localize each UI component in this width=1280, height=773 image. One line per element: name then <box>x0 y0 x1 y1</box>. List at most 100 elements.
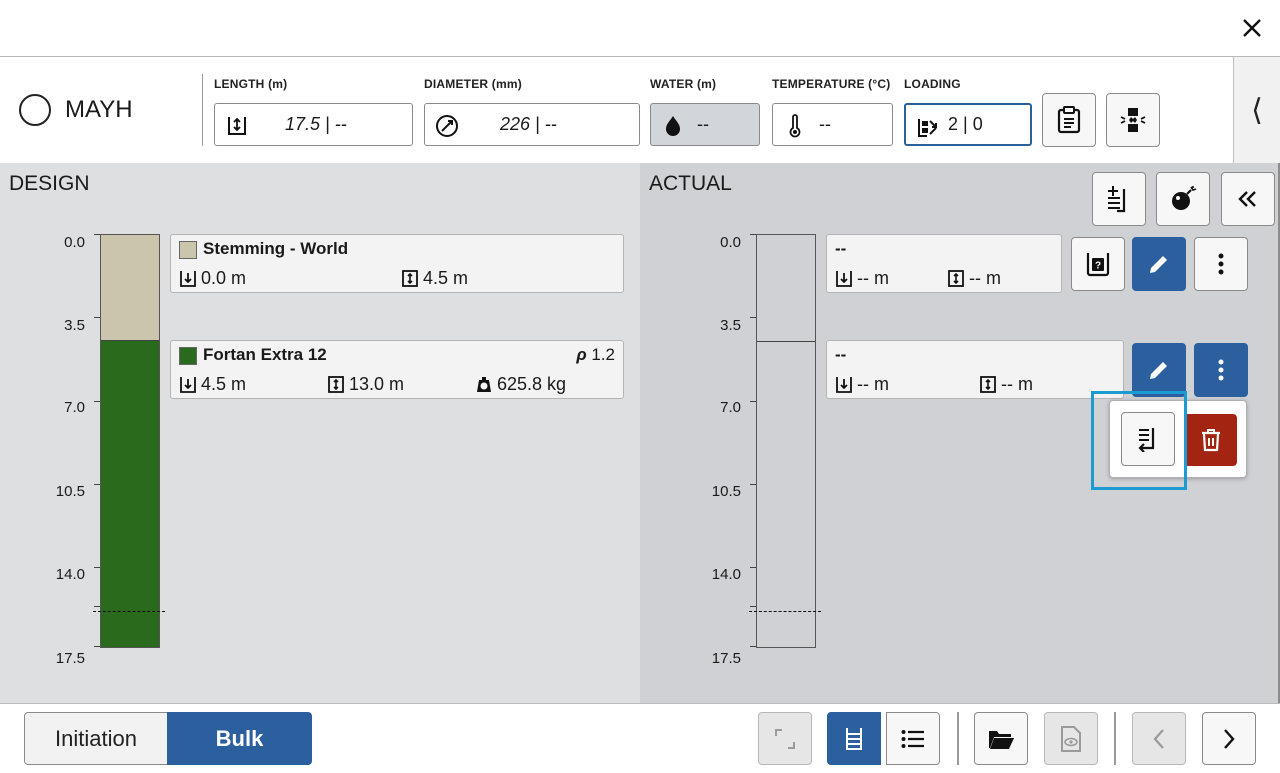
hole-select-radio[interactable] <box>19 94 51 126</box>
clipboard-icon <box>1057 106 1081 134</box>
deck-menu-button-open[interactable] <box>1194 343 1248 397</box>
deck-name: Fortan Extra 12 <box>203 345 327 364</box>
loading-value: 2 | 0 <box>948 114 983 134</box>
open-folder-button[interactable] <box>974 712 1028 765</box>
deck-length-icon <box>328 375 344 393</box>
design-depth-marker <box>93 611 165 612</box>
deck-length: 13.0 m <box>327 374 404 395</box>
actual-deck-card[interactable]: -- -- m -- m <box>826 340 1124 399</box>
deck-length-value: 4.5 m <box>423 268 469 288</box>
pencil-icon <box>1150 362 1167 379</box>
collapse-panel-tab[interactable]: ⟨ <box>1233 57 1280 163</box>
bomb-icon <box>1172 186 1197 210</box>
deck-from-value: 4.5 m <box>201 374 247 394</box>
from-depth-icon <box>180 270 196 287</box>
folder-open-icon <box>989 730 1014 749</box>
diameter-label: DIAMETER (mm) <box>424 77 522 91</box>
add-deck-button[interactable] <box>1092 172 1146 226</box>
deck-from: 0.0 m <box>179 268 246 289</box>
deck-from: 4.5 m <box>179 374 246 395</box>
hole-name: MAYH <box>65 96 133 123</box>
product-select-button[interactable]: ? <box>1071 237 1125 291</box>
delete-deck-button[interactable] <box>1184 414 1237 466</box>
design-title: DESIGN <box>9 172 90 195</box>
column-view-button[interactable] <box>827 712 881 765</box>
water-label: WATER (m) <box>650 77 717 91</box>
clipboard-button[interactable] <box>1042 93 1096 147</box>
collapse-chevron-icon: ⟨ <box>1251 93 1263 127</box>
design-tick: 7.0 <box>64 399 85 416</box>
deck-mass-value: 625.8 kg <box>497 374 567 394</box>
deck-density: ρ 1.2 <box>576 345 615 365</box>
density-value: 1.2 <box>591 345 615 364</box>
design-hole-column <box>100 234 160 648</box>
design-deck-card-stemming[interactable]: Stemming - World 0.0 m 4.5 m <box>170 234 624 293</box>
deck-length-value: 13.0 m <box>349 374 405 394</box>
length-label: LENGTH (m) <box>214 77 288 91</box>
actual-tick: 14.0 <box>711 566 741 583</box>
chevron-left-icon <box>1153 728 1164 749</box>
temperature-field[interactable]: -- <box>772 103 893 146</box>
water-value: -- <box>697 114 709 134</box>
deck-menu-button[interactable] <box>1194 237 1248 291</box>
next-button[interactable] <box>1202 712 1256 765</box>
stemming-deck-segment[interactable] <box>101 235 159 341</box>
blast-view-button[interactable] <box>1106 93 1160 147</box>
deck-from-value: -- m <box>857 268 889 288</box>
close-button[interactable] <box>1236 12 1268 44</box>
deck-from: -- m <box>835 374 889 395</box>
bottom-divider <box>0 703 1280 704</box>
double-chevron-left-icon <box>1238 191 1256 207</box>
deck-length-icon <box>402 269 418 287</box>
bulk-tab[interactable]: Bulk <box>167 712 312 765</box>
actual-depth-marker <box>749 611 821 612</box>
water-drop-icon <box>666 116 680 136</box>
toolbar-separator <box>957 712 959 765</box>
length-value: 17.5 | -- <box>285 114 347 134</box>
actual-title: ACTUAL <box>649 172 732 195</box>
more-vertical-icon <box>1218 253 1224 275</box>
list-view-button[interactable] <box>886 712 940 765</box>
explosive-swatch <box>179 347 197 365</box>
design-tick: 14.0 <box>55 566 85 583</box>
prime-button[interactable] <box>1156 172 1210 226</box>
actual-tick: 10.5 <box>711 483 741 500</box>
actual-deck-card[interactable]: -- -- m -- m <box>826 234 1062 293</box>
expand-icon <box>775 728 795 749</box>
collapse-design-button[interactable] <box>1221 172 1275 226</box>
length-icon <box>228 117 246 135</box>
deck-name: -- <box>835 345 847 364</box>
deck-length-value: -- m <box>1001 374 1033 394</box>
loading-icon <box>918 119 937 137</box>
deck-mass: 625.8 kg <box>475 374 566 395</box>
design-deck-card-explosive[interactable]: Fortan Extra 12 ρ 1.2 4.5 m 13.0 m 625.8… <box>170 340 624 399</box>
stemming-swatch <box>179 241 197 259</box>
explosive-deck-segment[interactable] <box>101 341 159 647</box>
previous-button[interactable] <box>1132 712 1186 765</box>
actual-hole-column <box>756 234 816 648</box>
deck-length-icon <box>948 269 964 287</box>
loading-label: LOADING <box>904 77 961 91</box>
initiation-tab[interactable]: Initiation <box>24 712 168 765</box>
loading-field[interactable]: 2 | 0 <box>904 103 1032 146</box>
preview-document-button[interactable] <box>1044 712 1098 765</box>
top-divider <box>0 56 1280 57</box>
thermometer-icon <box>789 114 801 138</box>
deck-length: -- m <box>979 374 1033 395</box>
deck-name: -- <box>835 239 847 258</box>
diameter-field[interactable]: 226 | -- <box>424 103 640 146</box>
from-depth-icon <box>836 270 852 287</box>
deck-from: -- m <box>835 268 889 289</box>
edit-deck-button[interactable] <box>1132 237 1186 291</box>
add-deck-icon <box>1108 186 1126 213</box>
deck-length: -- m <box>947 268 1001 289</box>
length-field[interactable]: 17.5 | -- <box>214 103 413 146</box>
design-tick: 0.0 <box>64 234 85 251</box>
water-field[interactable]: -- <box>650 103 760 146</box>
expand-button[interactable] <box>758 712 812 765</box>
edit-deck-button[interactable] <box>1132 343 1186 397</box>
deck-name: Stemming - World <box>203 239 349 258</box>
actual-tick: 3.5 <box>720 317 741 334</box>
document-preview-icon <box>1061 725 1081 752</box>
trash-icon <box>1201 429 1220 452</box>
